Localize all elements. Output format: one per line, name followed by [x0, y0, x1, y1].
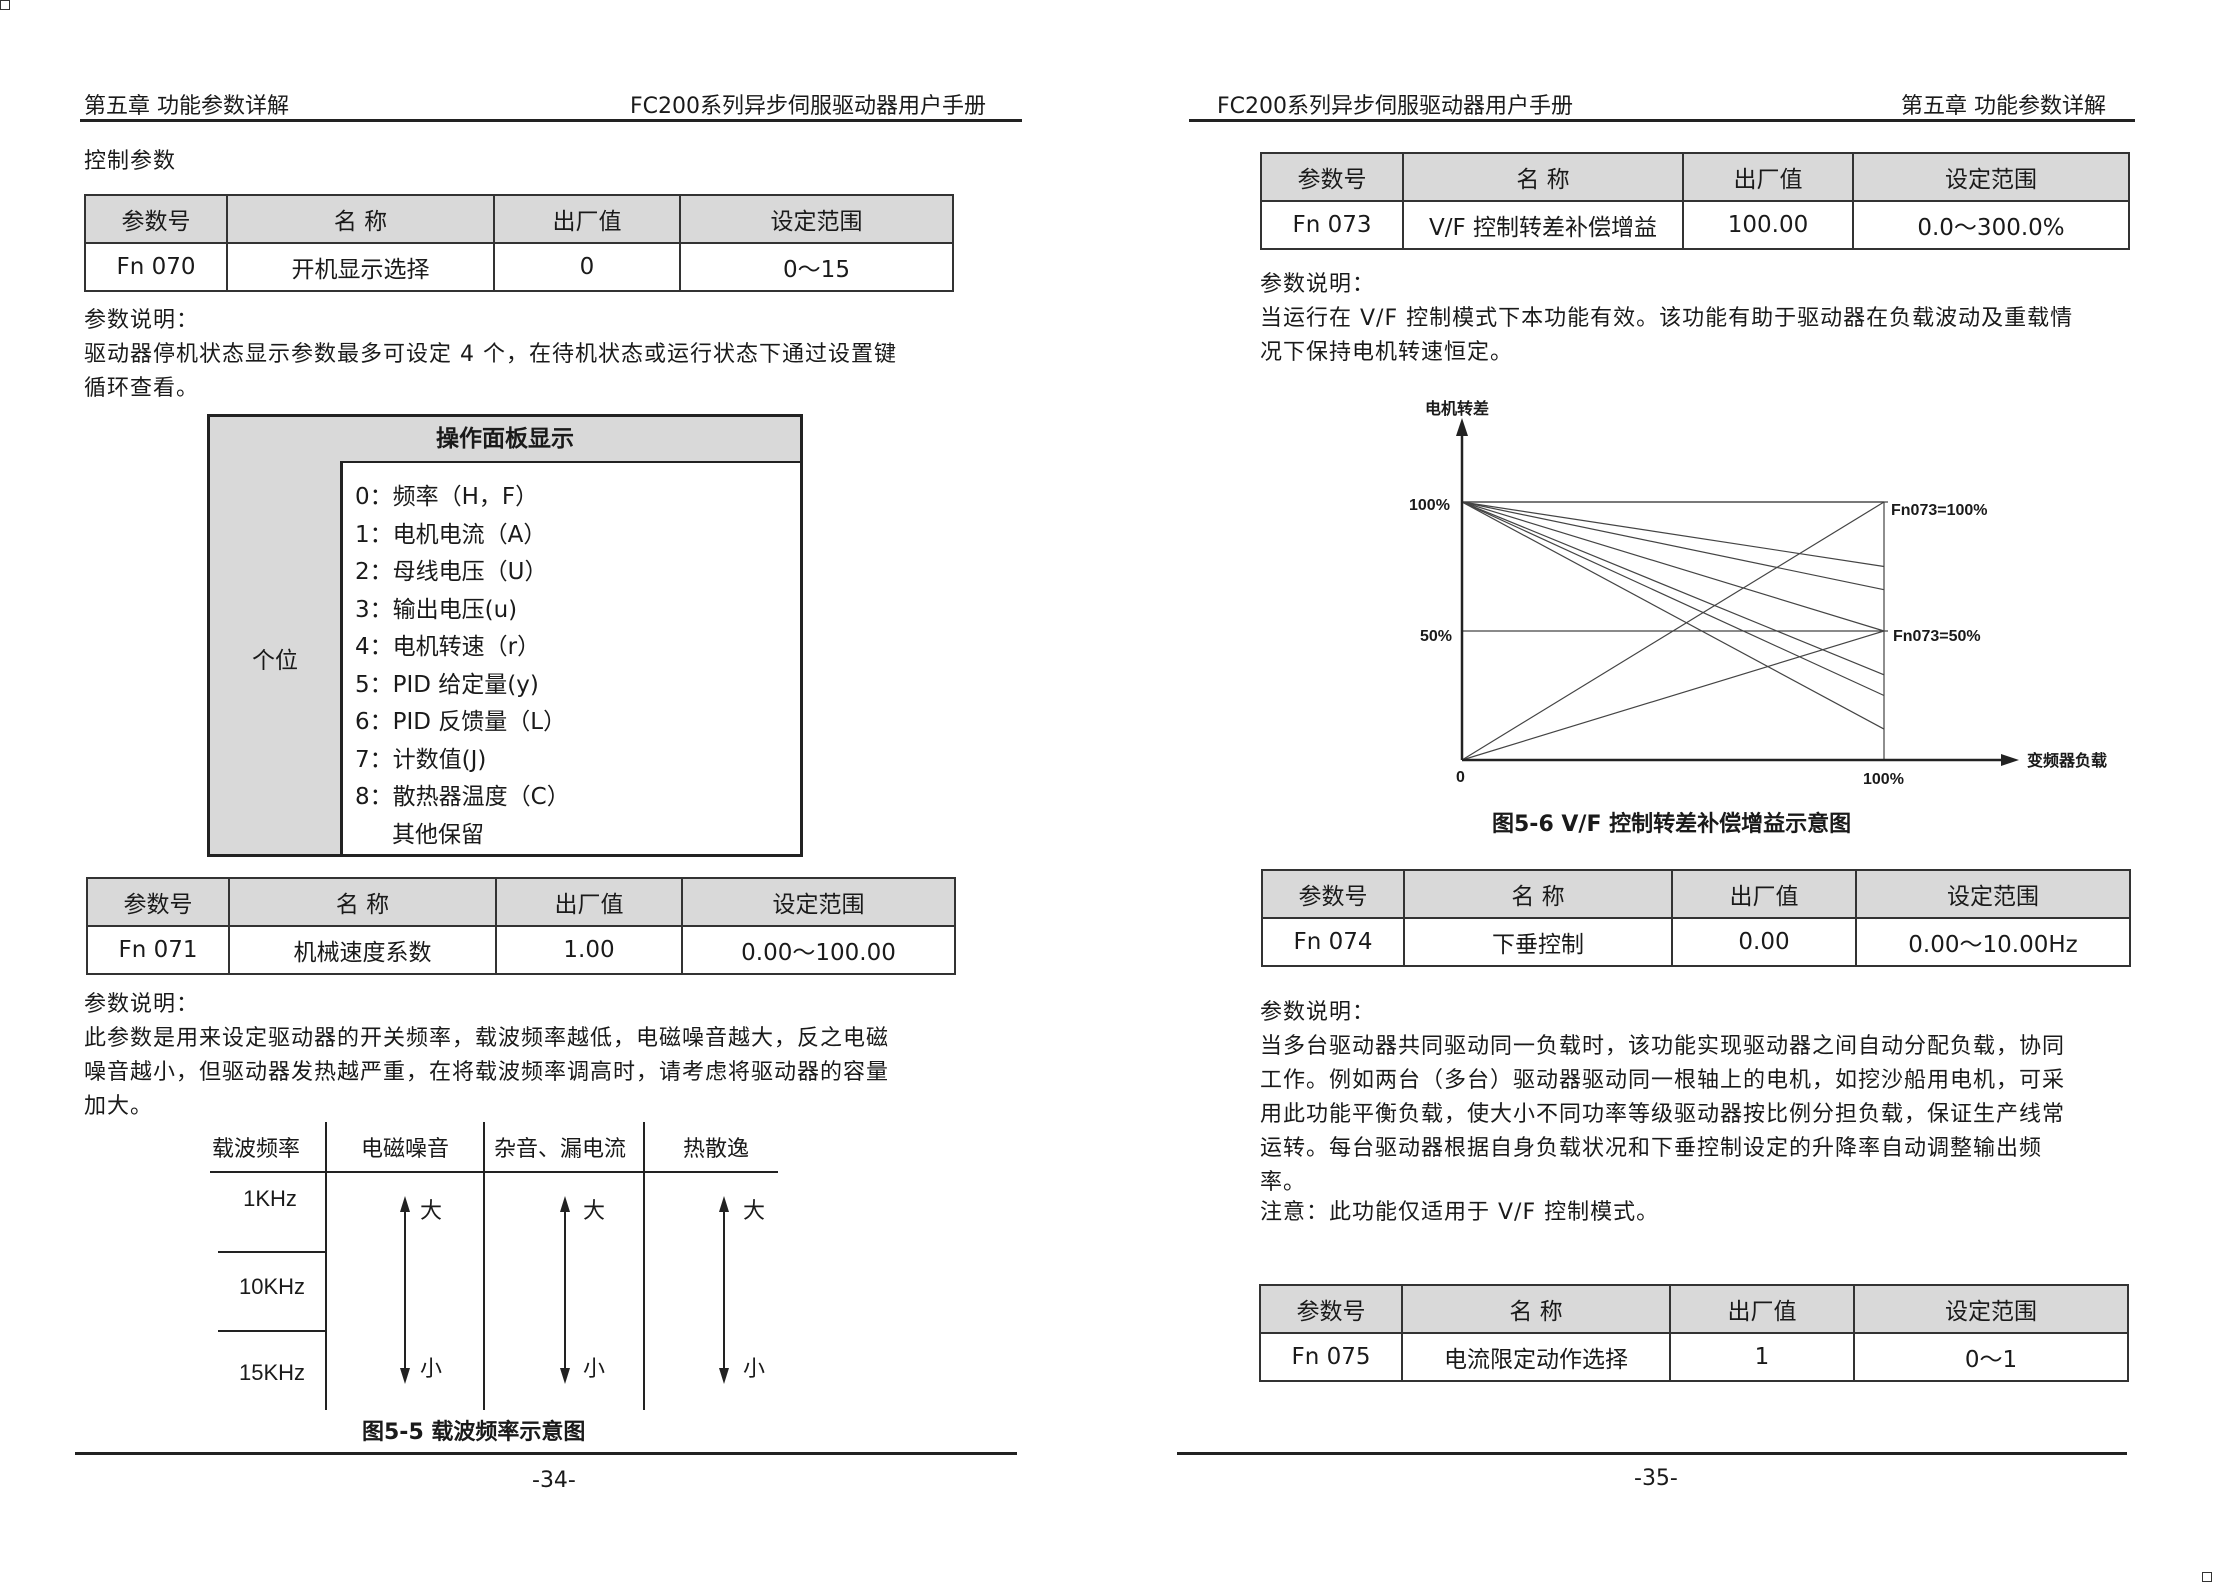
- param-default: 1: [1669, 1332, 1855, 1382]
- series-line: [1461, 501, 1885, 632]
- y-tick-label: 50%: [1420, 628, 1452, 645]
- note: 注意：此功能仅适用于 V/F 控制模式。: [1260, 1200, 1660, 1225]
- y-tick-label: 100%: [1409, 497, 1450, 514]
- small-label: 小: [743, 1356, 765, 1381]
- param-default: 0.00: [1671, 917, 1857, 967]
- param-range: 0～1: [1853, 1332, 2129, 1382]
- carrier-header: 杂音、漏电流: [494, 1136, 626, 1161]
- desc-line: 运转。每台驱动器根据自身负载状况和下垂控制设定的升降率自动调整输出频: [1260, 1136, 2043, 1161]
- param-name: 电流限定动作选择: [1401, 1332, 1671, 1382]
- small-label: 小: [583, 1356, 605, 1381]
- carrier-freq: 15KHz: [239, 1360, 305, 1385]
- figure-caption: 图5-5 载波频率示意图: [362, 1420, 586, 1445]
- big-label: 大: [743, 1198, 765, 1223]
- carrier-header: 载波频率: [212, 1136, 300, 1161]
- col-param-id: 参数号: [1259, 1284, 1403, 1334]
- col-range: 设定范围: [1853, 1284, 2129, 1334]
- x-tick-label: 100%: [1863, 771, 1904, 788]
- carrier-header: 热散逸: [683, 1136, 749, 1161]
- desc-line: 当多台驱动器共同驱动同一负载时，该功能实现驱动器之间自动分配负载，协同: [1260, 1034, 2066, 1059]
- param-range: 0.00～10.00Hz: [1855, 917, 2131, 967]
- big-label: 大: [583, 1198, 605, 1223]
- page-number: -34-: [532, 1468, 576, 1493]
- carrier-freq: 10KHz: [239, 1274, 305, 1299]
- col-name: 名 称: [1403, 869, 1673, 919]
- desc-line: 率。: [1260, 1170, 1307, 1195]
- desc-line: 用此功能平衡负载，使大小不同功率等级驱动器按比例分担负载，保证生产线常: [1260, 1102, 2066, 1127]
- param-id: Fn 075: [1259, 1332, 1403, 1382]
- page-35: FC200系列异步伺服驱动器用户手册 第五章 功能参数详解 参数号 名 称 出厂…: [1107, 0, 2214, 1584]
- big-label: 大: [420, 1198, 442, 1223]
- series-line: [1461, 501, 1885, 676]
- annotation: Fn073=50%: [1893, 628, 1981, 645]
- page-34: 第五章 功能参数详解 FC200系列异步伺服驱动器用户手册 控制参数 参数号 名…: [0, 0, 1107, 1584]
- col-default: 出厂值: [1671, 869, 1857, 919]
- param-table-fn074: 参数号 名 称 出厂值 设定范围 Fn 074 下垂控制 0.00 0.00～1…: [1261, 869, 2131, 967]
- param-name: 下垂控制: [1403, 917, 1673, 967]
- col-param-id: 参数号: [1261, 869, 1405, 919]
- y-axis-arrow: [1456, 418, 1468, 436]
- x-axis-arrow: [2001, 754, 2019, 766]
- desc-label: 参数说明：: [1260, 1000, 1376, 1025]
- series-line: [1461, 501, 1885, 697]
- footer-rule: [1177, 1452, 2127, 1455]
- carrier-freq: 1KHz: [243, 1186, 297, 1211]
- y-axis-label: 电机转差: [1425, 399, 1489, 418]
- col-range: 设定范围: [1855, 869, 2131, 919]
- carrier-header: 电磁噪音: [361, 1136, 449, 1161]
- desc-line: 工作。例如两台（多台）驱动器驱动同一根轴上的电机，如挖沙船用电机，可采: [1260, 1068, 2066, 1093]
- x-axis-label: 变频器负载: [2027, 751, 2107, 770]
- x-tick-label: 0: [1456, 769, 1465, 786]
- annotation: Fn073=100%: [1891, 502, 1988, 519]
- page-number: -35-: [1634, 1466, 1678, 1491]
- figure-caption: 图5-6 V/F 控制转差补偿增益示意图: [1492, 812, 1852, 837]
- param-id: Fn 074: [1261, 917, 1405, 967]
- col-default: 出厂值: [1669, 1284, 1855, 1334]
- series-line: [1461, 501, 1885, 568]
- col-name: 名 称: [1401, 1284, 1671, 1334]
- footer-rule: [75, 1452, 1017, 1455]
- carrier-frequency-diagram: 载波频率 电磁噪音 杂音、漏电流 热散逸 1KHz 10KHz 15KHz 大 …: [210, 1122, 778, 1410]
- param-table-fn075: 参数号 名 称 出厂值 设定范围 Fn 075 电流限定动作选择 1 0～1: [1259, 1284, 2129, 1382]
- series-line: [1461, 501, 1885, 591]
- small-label: 小: [420, 1356, 442, 1381]
